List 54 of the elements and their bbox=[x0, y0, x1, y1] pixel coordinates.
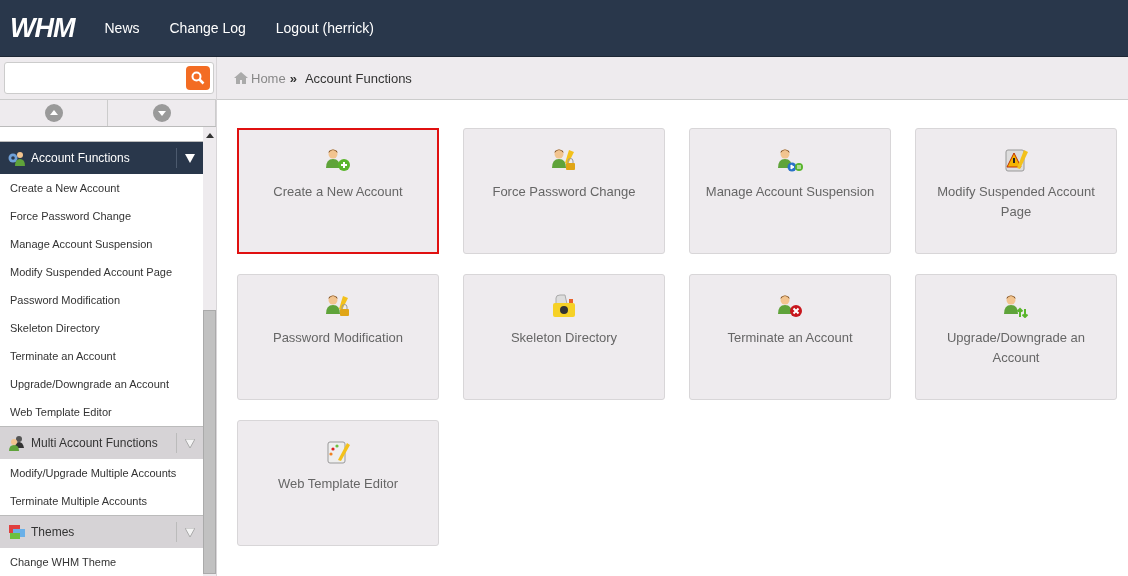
search-field[interactable] bbox=[4, 62, 214, 94]
scroll-up-arrow-icon bbox=[205, 133, 214, 138]
nav-link[interactable]: Change Log bbox=[165, 20, 250, 36]
section-title: Account Functions bbox=[31, 151, 131, 165]
sidebar-item[interactable]: Terminate an Account bbox=[0, 342, 203, 370]
function-card[interactable]: Upgrade/Downgrade an Account bbox=[915, 274, 1117, 400]
sidebar-item[interactable]: Change WHM Theme bbox=[0, 548, 203, 576]
function-card[interactable]: Create a New Account bbox=[237, 128, 439, 254]
sidebar-item[interactable]: Password Modification bbox=[0, 286, 203, 314]
user-up-down-icon bbox=[1003, 294, 1029, 318]
sidebar-item[interactable]: Manage Account Suspension bbox=[0, 230, 203, 258]
template-pencil-icon bbox=[325, 440, 351, 464]
home-icon bbox=[234, 72, 248, 84]
breadcrumb-separator: » bbox=[289, 70, 297, 86]
function-card[interactable]: Modify Suspended Account Page bbox=[915, 128, 1117, 254]
sidebar-item[interactable]: Upgrade/Downgrade an Account bbox=[0, 370, 203, 398]
logo[interactable]: WHM bbox=[10, 12, 75, 44]
scroll-up-icon bbox=[44, 104, 63, 122]
user-play-pause-icon bbox=[777, 148, 803, 172]
function-card[interactable]: Skeleton Directory bbox=[463, 274, 665, 400]
sidebar-item[interactable]: Skeleton Directory bbox=[0, 314, 203, 342]
user-add-icon bbox=[325, 148, 351, 172]
nav-link[interactable]: News bbox=[100, 20, 144, 36]
sidebar-item[interactable]: Create a New Account bbox=[0, 174, 203, 202]
function-card[interactable]: Password Modification bbox=[237, 274, 439, 400]
caret-icon bbox=[185, 438, 195, 448]
windows-icon bbox=[8, 524, 26, 540]
scroll-down-icon bbox=[152, 104, 171, 122]
users-icon bbox=[8, 435, 26, 451]
user-lock-icon bbox=[325, 294, 351, 318]
gears-user-icon bbox=[8, 150, 26, 166]
section-header[interactable]: Multi Account Functions bbox=[0, 426, 203, 459]
sidebar-item[interactable]: Force Password Change bbox=[0, 202, 203, 230]
section-header[interactable]: Themes bbox=[0, 515, 203, 548]
section-header[interactable]: Account Functions bbox=[0, 141, 203, 174]
nav-link[interactable]: Logout (herrick) bbox=[271, 20, 378, 36]
sidebar-item[interactable]: Terminate Multiple Accounts bbox=[0, 487, 203, 515]
function-card[interactable]: Terminate an Account bbox=[689, 274, 891, 400]
user-delete-icon bbox=[777, 294, 803, 318]
sidebar-item[interactable]: Modify Suspended Account Page bbox=[0, 258, 203, 286]
function-card[interactable]: Web Template Editor bbox=[237, 420, 439, 546]
sidebar-item[interactable]: Web Template Editor bbox=[0, 398, 203, 426]
breadcrumb-current: Account Functions bbox=[304, 70, 412, 86]
search-icon bbox=[191, 71, 205, 85]
user-lock-icon bbox=[551, 148, 577, 172]
warning-pencil-icon bbox=[1003, 148, 1029, 172]
function-card[interactable]: Force Password Change bbox=[463, 128, 665, 254]
function-card[interactable]: Manage Account Suspension bbox=[689, 128, 891, 254]
caret-icon bbox=[185, 153, 195, 163]
section-title: Multi Account Functions bbox=[31, 436, 159, 450]
search-button[interactable] bbox=[186, 66, 210, 90]
section-title: Themes bbox=[31, 525, 76, 539]
sidebar-item[interactable]: Modify/Upgrade Multiple Accounts bbox=[0, 459, 203, 487]
caret-icon bbox=[185, 527, 195, 537]
